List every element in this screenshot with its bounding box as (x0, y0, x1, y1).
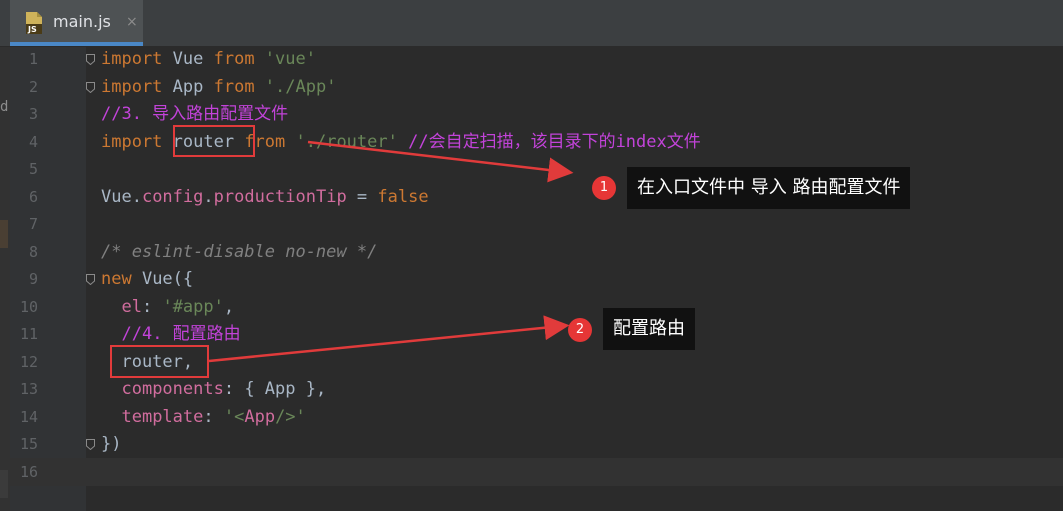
annotation-badge-1: 1 (592, 176, 616, 200)
annotation-arrows (208, 140, 574, 363)
annotation-badge-2: 2 (568, 318, 592, 342)
arrow-2 (208, 315, 570, 363)
arrow-1 (307, 140, 574, 183)
annotation-callout-2: 配置路由 (603, 308, 695, 350)
annotation-callout-1: 在入口文件中 导入 路由配置文件 (627, 167, 911, 209)
